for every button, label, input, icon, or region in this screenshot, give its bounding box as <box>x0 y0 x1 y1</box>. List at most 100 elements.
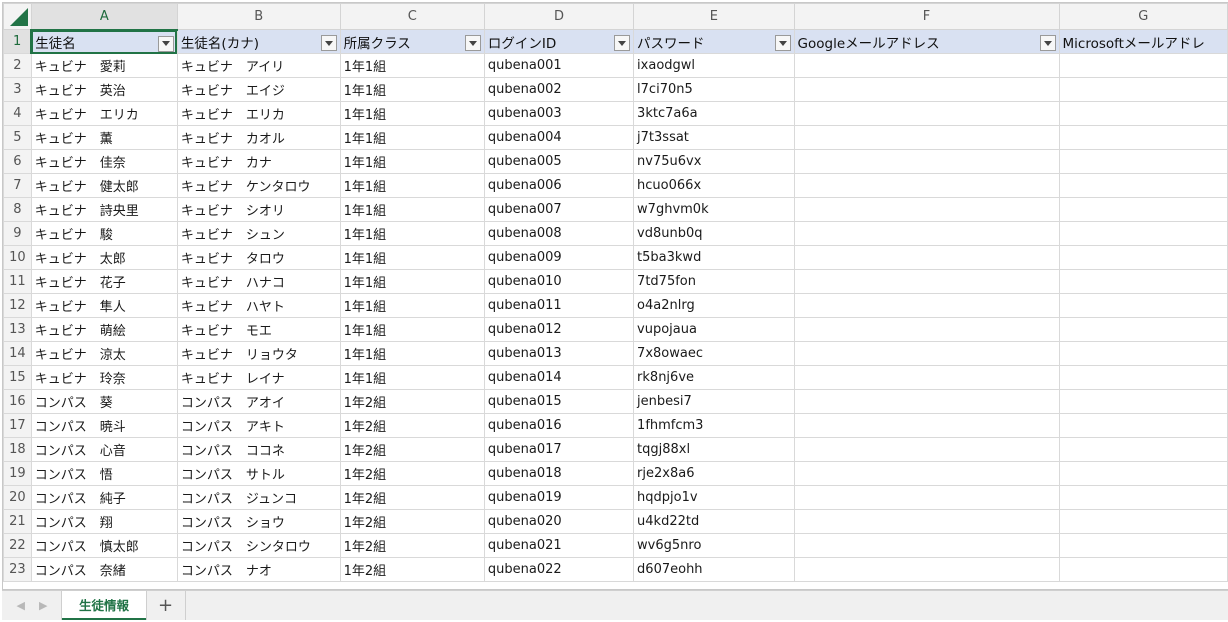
column-header-g[interactable]: G <box>1058 3 1228 30</box>
row-header[interactable]: 20 <box>3 485 32 510</box>
cell-e[interactable]: 3ktc7a6a <box>633 101 795 126</box>
cell-f[interactable] <box>793 269 1060 294</box>
cell-a[interactable]: キュビナ 詩央里 <box>30 197 178 222</box>
cell-d[interactable]: qubena018 <box>483 461 635 486</box>
cell-c[interactable]: 1年1組 <box>339 317 485 342</box>
header-cell-microsoft-email[interactable]: Microsoftメールアドレ <box>1058 29 1228 54</box>
cell-c[interactable]: 1年1組 <box>339 53 485 78</box>
header-cell-class[interactable]: 所属クラス <box>339 29 485 54</box>
cell-f[interactable] <box>793 365 1060 390</box>
cell-f[interactable] <box>793 341 1060 366</box>
row-header[interactable]: 6 <box>3 149 32 174</box>
cell-e[interactable]: vd8unb0q <box>633 221 795 246</box>
cell-g[interactable] <box>1058 365 1228 390</box>
row-header[interactable]: 9 <box>3 221 32 246</box>
column-header-a[interactable]: A <box>30 3 178 31</box>
cell-g[interactable] <box>1058 197 1228 222</box>
cell-g[interactable] <box>1058 293 1228 318</box>
cell-g[interactable] <box>1058 77 1228 102</box>
column-header-f[interactable]: F <box>793 3 1060 30</box>
cell-a[interactable]: キュビナ 佳奈 <box>30 149 178 174</box>
cell-c[interactable]: 1年1組 <box>339 101 485 126</box>
cell-e[interactable]: 1fhmfcm3 <box>633 413 795 438</box>
row-header[interactable]: 1 <box>3 29 33 54</box>
cell-b[interactable]: コンパス ジュンコ <box>176 485 341 510</box>
cell-b[interactable]: キュビナ カナ <box>176 149 341 174</box>
cell-d[interactable]: qubena021 <box>483 533 635 558</box>
cell-e[interactable]: d607eohh <box>633 557 795 582</box>
cell-g[interactable] <box>1058 557 1228 582</box>
cell-b[interactable]: コンパス ショウ <box>176 509 341 534</box>
select-all-button[interactable] <box>3 3 32 30</box>
cell-f[interactable] <box>793 413 1060 438</box>
row-header[interactable]: 23 <box>3 557 32 582</box>
cell-c[interactable]: 1年2組 <box>339 461 485 486</box>
cell-a[interactable]: キュビナ 健太郎 <box>30 173 178 198</box>
row-header[interactable]: 15 <box>3 365 32 390</box>
cell-a[interactable]: コンパス 翔 <box>30 509 178 534</box>
cell-g[interactable] <box>1058 413 1228 438</box>
cell-e[interactable]: t5ba3kwd <box>633 245 795 270</box>
cell-g[interactable] <box>1058 125 1228 150</box>
cell-a[interactable]: コンパス 暁斗 <box>30 413 178 438</box>
cell-d[interactable]: qubena005 <box>483 149 635 174</box>
cell-e[interactable]: vupojaua <box>633 317 795 342</box>
cell-f[interactable] <box>793 53 1060 78</box>
cell-b[interactable]: コンパス ナオ <box>176 557 341 582</box>
cell-d[interactable]: qubena013 <box>483 341 635 366</box>
row-header[interactable]: 14 <box>3 341 32 366</box>
row-header[interactable]: 7 <box>3 173 32 198</box>
cell-c[interactable]: 1年1組 <box>339 245 485 270</box>
cell-f[interactable] <box>793 389 1060 414</box>
header-cell-student-name[interactable]: 生徒名 <box>30 29 178 54</box>
cell-g[interactable] <box>1058 53 1228 78</box>
cell-a[interactable]: キュビナ 花子 <box>30 269 178 294</box>
filter-dropdown-icon[interactable] <box>320 35 337 51</box>
cell-g[interactable] <box>1058 461 1228 486</box>
row-header[interactable]: 22 <box>3 533 32 558</box>
cell-b[interactable]: コンパス シンタロウ <box>176 533 341 558</box>
cell-e[interactable]: o4a2nlrg <box>633 293 795 318</box>
cell-b[interactable]: キュビナ アイリ <box>176 53 341 78</box>
cell-c[interactable]: 1年1組 <box>339 341 485 366</box>
cell-f[interactable] <box>793 317 1060 342</box>
cell-d[interactable]: qubena014 <box>483 365 635 390</box>
cell-d[interactable]: qubena002 <box>483 77 635 102</box>
cell-a[interactable]: キュビナ エリカ <box>30 101 178 126</box>
cell-a[interactable]: コンパス 心音 <box>30 437 178 462</box>
cell-e[interactable]: w7ghvm0k <box>633 197 795 222</box>
cell-b[interactable]: キュビナ ハヤト <box>176 293 341 318</box>
column-header-b[interactable]: B <box>176 3 341 30</box>
cell-c[interactable]: 1年2組 <box>339 533 485 558</box>
header-cell-student-kana[interactable]: 生徒名(カナ) <box>176 29 341 54</box>
cell-d[interactable]: qubena010 <box>483 269 635 294</box>
cell-d[interactable]: qubena008 <box>483 221 635 246</box>
cell-e[interactable]: tqgj88xl <box>633 437 795 462</box>
cell-b[interactable]: キュビナ シオリ <box>176 197 341 222</box>
cell-g[interactable] <box>1058 101 1228 126</box>
cell-c[interactable]: 1年1組 <box>339 125 485 150</box>
row-header[interactable]: 13 <box>3 317 32 342</box>
row-header[interactable]: 12 <box>3 293 32 318</box>
row-header[interactable]: 11 <box>3 269 32 294</box>
cell-d[interactable]: qubena003 <box>483 101 635 126</box>
row-header[interactable]: 3 <box>3 77 32 102</box>
row-header[interactable]: 21 <box>3 509 32 534</box>
cell-f[interactable] <box>793 245 1060 270</box>
cell-a[interactable]: キュビナ 英治 <box>30 77 178 102</box>
cell-f[interactable] <box>793 173 1060 198</box>
filter-dropdown-icon[interactable] <box>157 35 174 52</box>
cell-e[interactable]: hcuo066x <box>633 173 795 198</box>
cell-g[interactable] <box>1058 221 1228 246</box>
cell-e[interactable]: rje2x8a6 <box>633 461 795 486</box>
cell-d[interactable]: qubena015 <box>483 389 635 414</box>
row-header[interactable]: 19 <box>3 461 32 486</box>
cell-f[interactable] <box>793 293 1060 318</box>
filter-dropdown-icon[interactable] <box>1039 35 1056 51</box>
cell-g[interactable] <box>1058 341 1228 366</box>
cell-c[interactable]: 1年2組 <box>339 413 485 438</box>
cell-d[interactable]: qubena006 <box>483 173 635 198</box>
cell-c[interactable]: 1年2組 <box>339 389 485 414</box>
row-header[interactable]: 17 <box>3 413 32 438</box>
cell-g[interactable] <box>1058 173 1228 198</box>
